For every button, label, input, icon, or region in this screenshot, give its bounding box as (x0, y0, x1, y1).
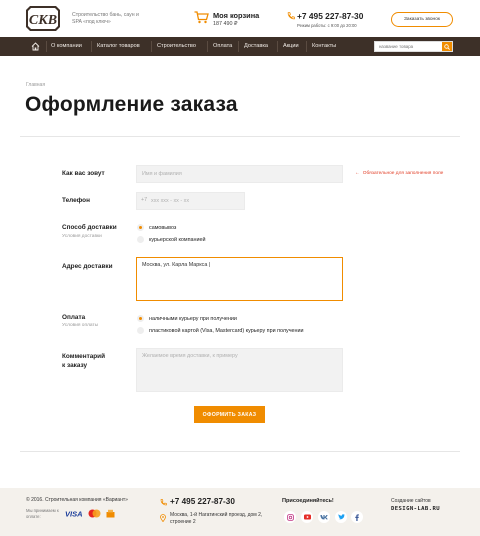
header-phone[interactable]: +7 495 227-87-30 (297, 11, 363, 21)
payment-methods-label: Мы принимаем к оплате: (26, 508, 59, 519)
divider (20, 136, 460, 137)
nav-item-promotions[interactable]: Акции (283, 37, 299, 56)
company-logo[interactable]: СКВ (26, 6, 60, 31)
nav-divider (46, 41, 47, 52)
nav-item-delivery[interactable]: Доставка (244, 37, 268, 56)
phone-label: Телефон (62, 197, 90, 204)
delivery-label: Способ доставки (62, 224, 117, 231)
required-note-text: Обязательное для заполнения поле (362, 171, 444, 176)
comment-field[interactable] (136, 348, 343, 392)
nav-item-about[interactable]: О компании (51, 37, 82, 56)
cart-icon[interactable] (194, 11, 209, 24)
developer-label: Создание сайтов (391, 498, 431, 504)
search-button[interactable] (442, 42, 452, 51)
callback-button[interactable]: Заказать звонок (391, 12, 453, 27)
required-note: ← Обязательное для заполнения поле (355, 171, 443, 176)
arrow-left-icon: ← (355, 171, 360, 176)
copyright: © 2016. Строительная компания «Вариант» (26, 497, 128, 503)
nav-divider (207, 41, 208, 52)
visa-icon: VISA (65, 510, 83, 519)
developer-logo[interactable]: DESIGN-LAB.RU (391, 506, 440, 512)
twitter-icon[interactable] (335, 511, 347, 523)
submit-order-button[interactable]: ОФОРМИТЬ ЗАКАЗ (194, 406, 265, 423)
nav-divider (91, 41, 92, 52)
cash-icon (106, 509, 115, 518)
nav-divider (151, 41, 152, 52)
payment-option-label: пластиковой картой (Visa, Mastercard) ку… (149, 327, 304, 334)
phone-icon (287, 12, 295, 20)
search-icon (444, 43, 450, 50)
nav-item-contacts[interactable]: Контакты (312, 37, 336, 56)
cart-sum: 187 490 ₽ (213, 21, 238, 27)
delivery-option-label: курьерской компанией (149, 236, 206, 243)
nav-divider (238, 41, 239, 52)
footer-address: Москва, 1-й Нагатинский проезд, дом 2, с… (170, 512, 263, 525)
phone-field[interactable] (136, 192, 245, 210)
location-pin-icon (160, 514, 166, 522)
footer-phone[interactable]: +7 495 227-87-30 (170, 497, 235, 506)
name-label: Как вас зовут (62, 170, 105, 177)
nav-item-catalog[interactable]: Каталог товаров (97, 37, 140, 56)
page-title: Оформление заказа (25, 93, 238, 116)
nav-item-construction[interactable]: Строительство (157, 37, 196, 56)
divider (20, 451, 460, 452)
breadcrumb-home[interactable]: Главная (26, 82, 45, 88)
payment-label: Оплата (62, 314, 86, 321)
name-field[interactable] (136, 165, 343, 183)
comment-label-line-2: к заказу (62, 362, 88, 369)
phone-prefix: +7 (141, 197, 148, 203)
delivery-option-courier[interactable]: курьерской компанией (137, 235, 206, 244)
instagram-icon[interactable] (284, 511, 296, 523)
nav-divider (277, 41, 278, 52)
delivery-option-label: самовывоз (149, 224, 177, 231)
address-field[interactable]: Москва, ул. Карла Маркса | (136, 257, 343, 301)
svg-text:СКВ: СКВ (29, 13, 57, 28)
payment-option-label: наличными курьеру при получении (149, 315, 237, 322)
payment-terms-link[interactable]: Условия оплаты (62, 323, 98, 328)
visa-text: VISA (65, 510, 83, 519)
home-icon[interactable] (31, 42, 40, 51)
phone-icon (160, 499, 167, 506)
payment-option-cash[interactable]: наличными курьеру при получении (137, 314, 237, 323)
radio-button[interactable] (137, 327, 144, 334)
nav-item-payment[interactable]: Оплата (213, 37, 232, 56)
cart-title[interactable]: Моя корзина (213, 11, 259, 20)
youtube-icon[interactable] (301, 511, 313, 523)
radio-button[interactable] (137, 224, 144, 231)
mastercard-icon (88, 509, 101, 518)
social-title: Присоединяйтесь! (282, 498, 334, 504)
site-header: СКВ Строительство бань, саун и SPA «под … (0, 0, 480, 37)
nav-divider (306, 41, 307, 52)
tagline: Строительство бань, саун и SPA «под ключ… (72, 12, 139, 25)
working-hours: Режим работы: с 9:00 до 20:00 (297, 23, 357, 28)
delivery-terms-link[interactable]: Условия доставки (62, 234, 102, 239)
radio-button[interactable] (137, 315, 144, 322)
facebook-icon[interactable] (351, 511, 363, 523)
payment-option-card[interactable]: пластиковой картой (Visa, Mastercard) ку… (137, 326, 304, 335)
comment-label: Комментарий (62, 353, 106, 360)
vk-icon[interactable] (318, 511, 330, 523)
address-label: Адрес доставки (62, 263, 113, 270)
delivery-option-pickup[interactable]: самовывоз (137, 223, 176, 232)
radio-button[interactable] (137, 236, 144, 243)
